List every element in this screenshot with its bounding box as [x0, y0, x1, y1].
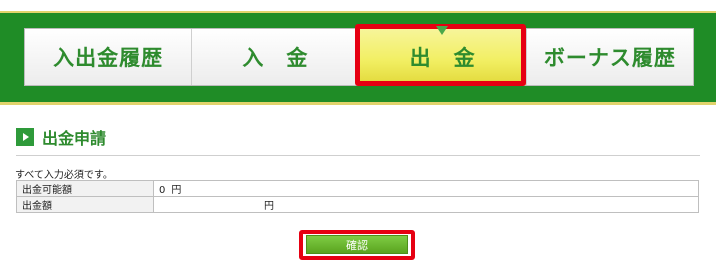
available-amount-unit: 円: [171, 185, 182, 196]
section-title: 出金申請: [42, 129, 107, 148]
tab-label: ボーナス履歴: [543, 46, 676, 70]
tab-deposit-withdrawal-history[interactable]: 入出金履歴: [25, 29, 193, 85]
table-row: 出金可能額 0円: [16, 180, 699, 197]
tab-label: 入出金履歴: [53, 46, 164, 70]
tab-bonus-history[interactable]: ボーナス履歴: [526, 29, 693, 85]
withdrawal-amount-label: 出金額: [16, 196, 154, 213]
tab-deposit[interactable]: 入 金: [192, 29, 360, 85]
required-note: すべて入力必須です。: [15, 170, 113, 181]
available-amount-label: 出金可能額: [16, 180, 154, 197]
tab-label: 入 金: [242, 46, 309, 70]
confirm-button[interactable]: 確認: [306, 235, 408, 254]
available-amount-value: 0円: [153, 180, 699, 197]
table-row: 出金額 円: [16, 196, 699, 213]
active-tab-pointer-icon: [436, 26, 448, 35]
available-amount: 0: [159, 185, 166, 196]
play-icon: [16, 128, 34, 146]
withdrawal-amount-unit: 円: [264, 201, 274, 212]
section-header: 出金申請: [16, 125, 700, 156]
withdrawal-amount-field[interactable]: 円: [153, 196, 699, 213]
withdrawal-form: 出金可能額 0円 出金額 円: [16, 180, 699, 213]
